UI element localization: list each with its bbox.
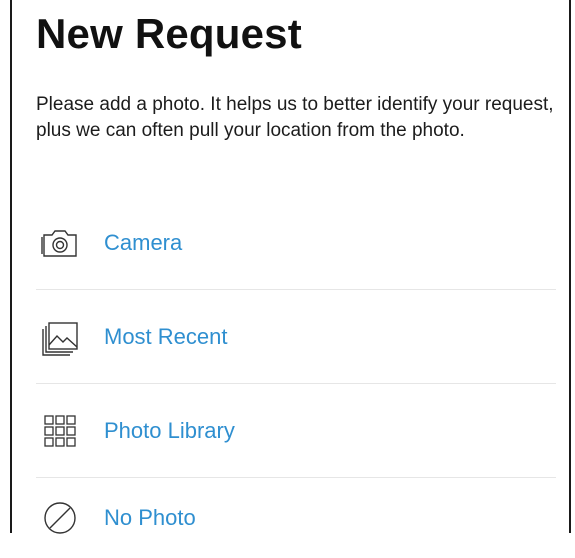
camera-icon bbox=[40, 223, 80, 263]
option-camera[interactable]: Camera bbox=[36, 196, 556, 290]
option-most-recent[interactable]: Most Recent bbox=[36, 290, 556, 384]
intro-text: Please add a photo. It helps us to bette… bbox=[36, 94, 554, 141]
option-camera-label: Camera bbox=[104, 229, 183, 255]
option-photo-library[interactable]: Photo Library bbox=[36, 384, 556, 478]
request-panel: New Request Please add a photo. It helps… bbox=[10, 0, 571, 534]
option-photo-library-label: Photo Library bbox=[104, 417, 235, 443]
option-no-photo[interactable]: No Photo bbox=[36, 478, 556, 558]
option-most-recent-label: Most Recent bbox=[104, 323, 228, 349]
page-title: New Request bbox=[36, 10, 302, 57]
option-no-photo-label: No Photo bbox=[104, 505, 196, 530]
no-photo-icon bbox=[40, 498, 80, 538]
photo-stack-icon bbox=[40, 317, 80, 357]
photo-options-list: Camera Most Recent Photo Library No Phot… bbox=[36, 196, 556, 558]
grid-icon bbox=[40, 411, 80, 451]
